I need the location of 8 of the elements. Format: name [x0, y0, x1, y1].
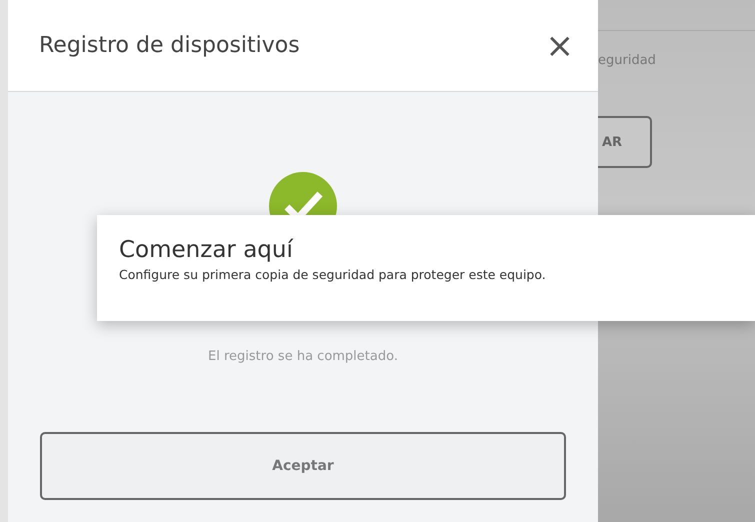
- close-button[interactable]: ×: [536, 28, 584, 62]
- tooltip-title: Comenzar aquí: [119, 237, 294, 263]
- accept-button[interactable]: Aceptar: [40, 432, 566, 500]
- dialog-title: Registro de dispositivos: [39, 33, 300, 58]
- background-label: eguridad: [598, 53, 657, 68]
- tooltip-text: Configure su primera copia de seguridad para proteger este equipo.: [119, 267, 547, 282]
- status-text: El registro se ha completado.: [208, 349, 398, 364]
- background-button[interactable]: AR: [598, 116, 652, 168]
